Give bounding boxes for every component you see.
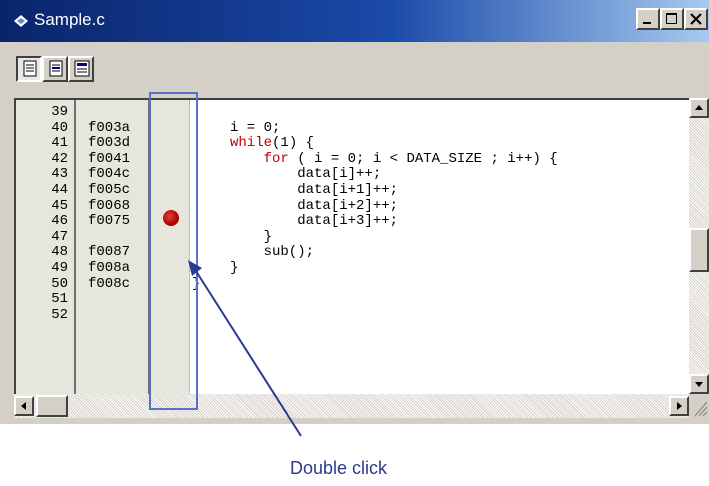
annotation-overlay [149,92,302,437]
callout-arrow [193,267,302,437]
arrowhead-icon [188,260,202,276]
callout-label: Double click [290,458,388,478]
highlight-box [149,92,198,410]
